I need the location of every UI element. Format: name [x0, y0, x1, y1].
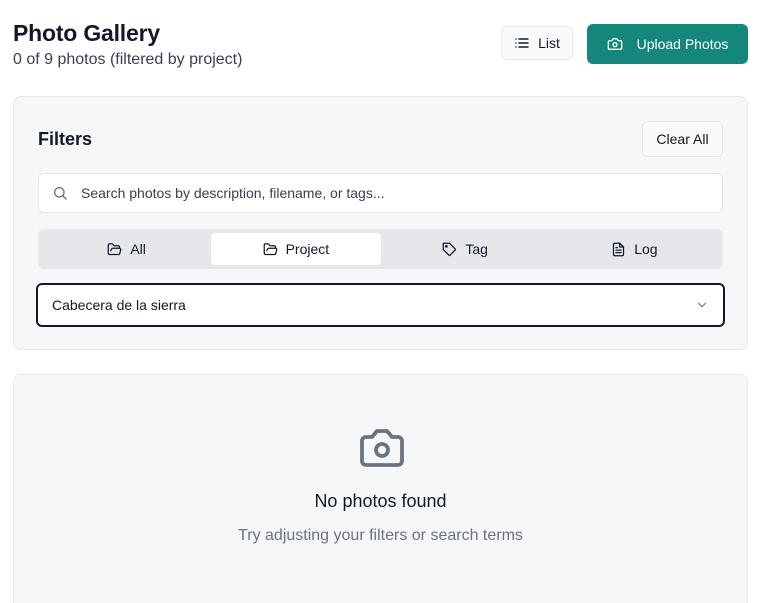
search-box	[38, 173, 723, 213]
filters-panel: Filters Clear All All	[13, 96, 748, 350]
tab-all[interactable]: All	[42, 233, 211, 265]
tab-log-label: Log	[634, 241, 658, 257]
search-icon	[52, 185, 68, 201]
folder-open-icon	[263, 242, 278, 257]
empty-state-title: No photos found	[314, 491, 447, 511]
photo-gallery-page: Photo Gallery 0 of 9 photos (filtered by…	[0, 0, 759, 603]
camera-icon	[358, 427, 406, 469]
empty-state-panel: No photos found Try adjusting your filte…	[13, 374, 748, 603]
page-header: Photo Gallery 0 of 9 photos (filtered by…	[13, 18, 748, 68]
photo-count-summary: 0 of 9 photos (filtered by project)	[13, 51, 243, 68]
upload-photos-button[interactable]: Upload Photos	[587, 24, 748, 64]
page-title: Photo Gallery	[13, 20, 160, 46]
document-icon	[611, 242, 626, 257]
list-view-button[interactable]: List	[501, 26, 573, 60]
search-input[interactable]	[79, 184, 683, 202]
empty-state-description: Try adjusting your filters or search ter…	[238, 527, 523, 544]
tab-project[interactable]: Project	[211, 233, 381, 265]
project-select[interactable]: Cabecera de la sierra	[36, 283, 725, 327]
tab-project-label: Project	[285, 241, 330, 257]
tab-tag-label: Tag	[465, 241, 488, 257]
tab-log[interactable]: Log	[550, 233, 719, 265]
list-view-label: List	[538, 35, 560, 51]
chevron-down-icon	[695, 298, 709, 312]
camera-icon	[607, 36, 623, 52]
filters-title: Filters	[38, 129, 93, 149]
folder-open-icon	[107, 242, 122, 257]
tab-all-label: All	[130, 241, 146, 257]
tag-icon	[442, 242, 457, 257]
project-select-value: Cabecera de la sierra	[52, 297, 186, 313]
list-icon	[514, 35, 530, 51]
filter-type-tabs: All Project Tag Log	[38, 229, 723, 269]
upload-photos-label: Upload Photos	[636, 36, 729, 52]
tab-tag[interactable]: Tag	[381, 233, 550, 265]
clear-all-button[interactable]: Clear All	[642, 121, 723, 157]
